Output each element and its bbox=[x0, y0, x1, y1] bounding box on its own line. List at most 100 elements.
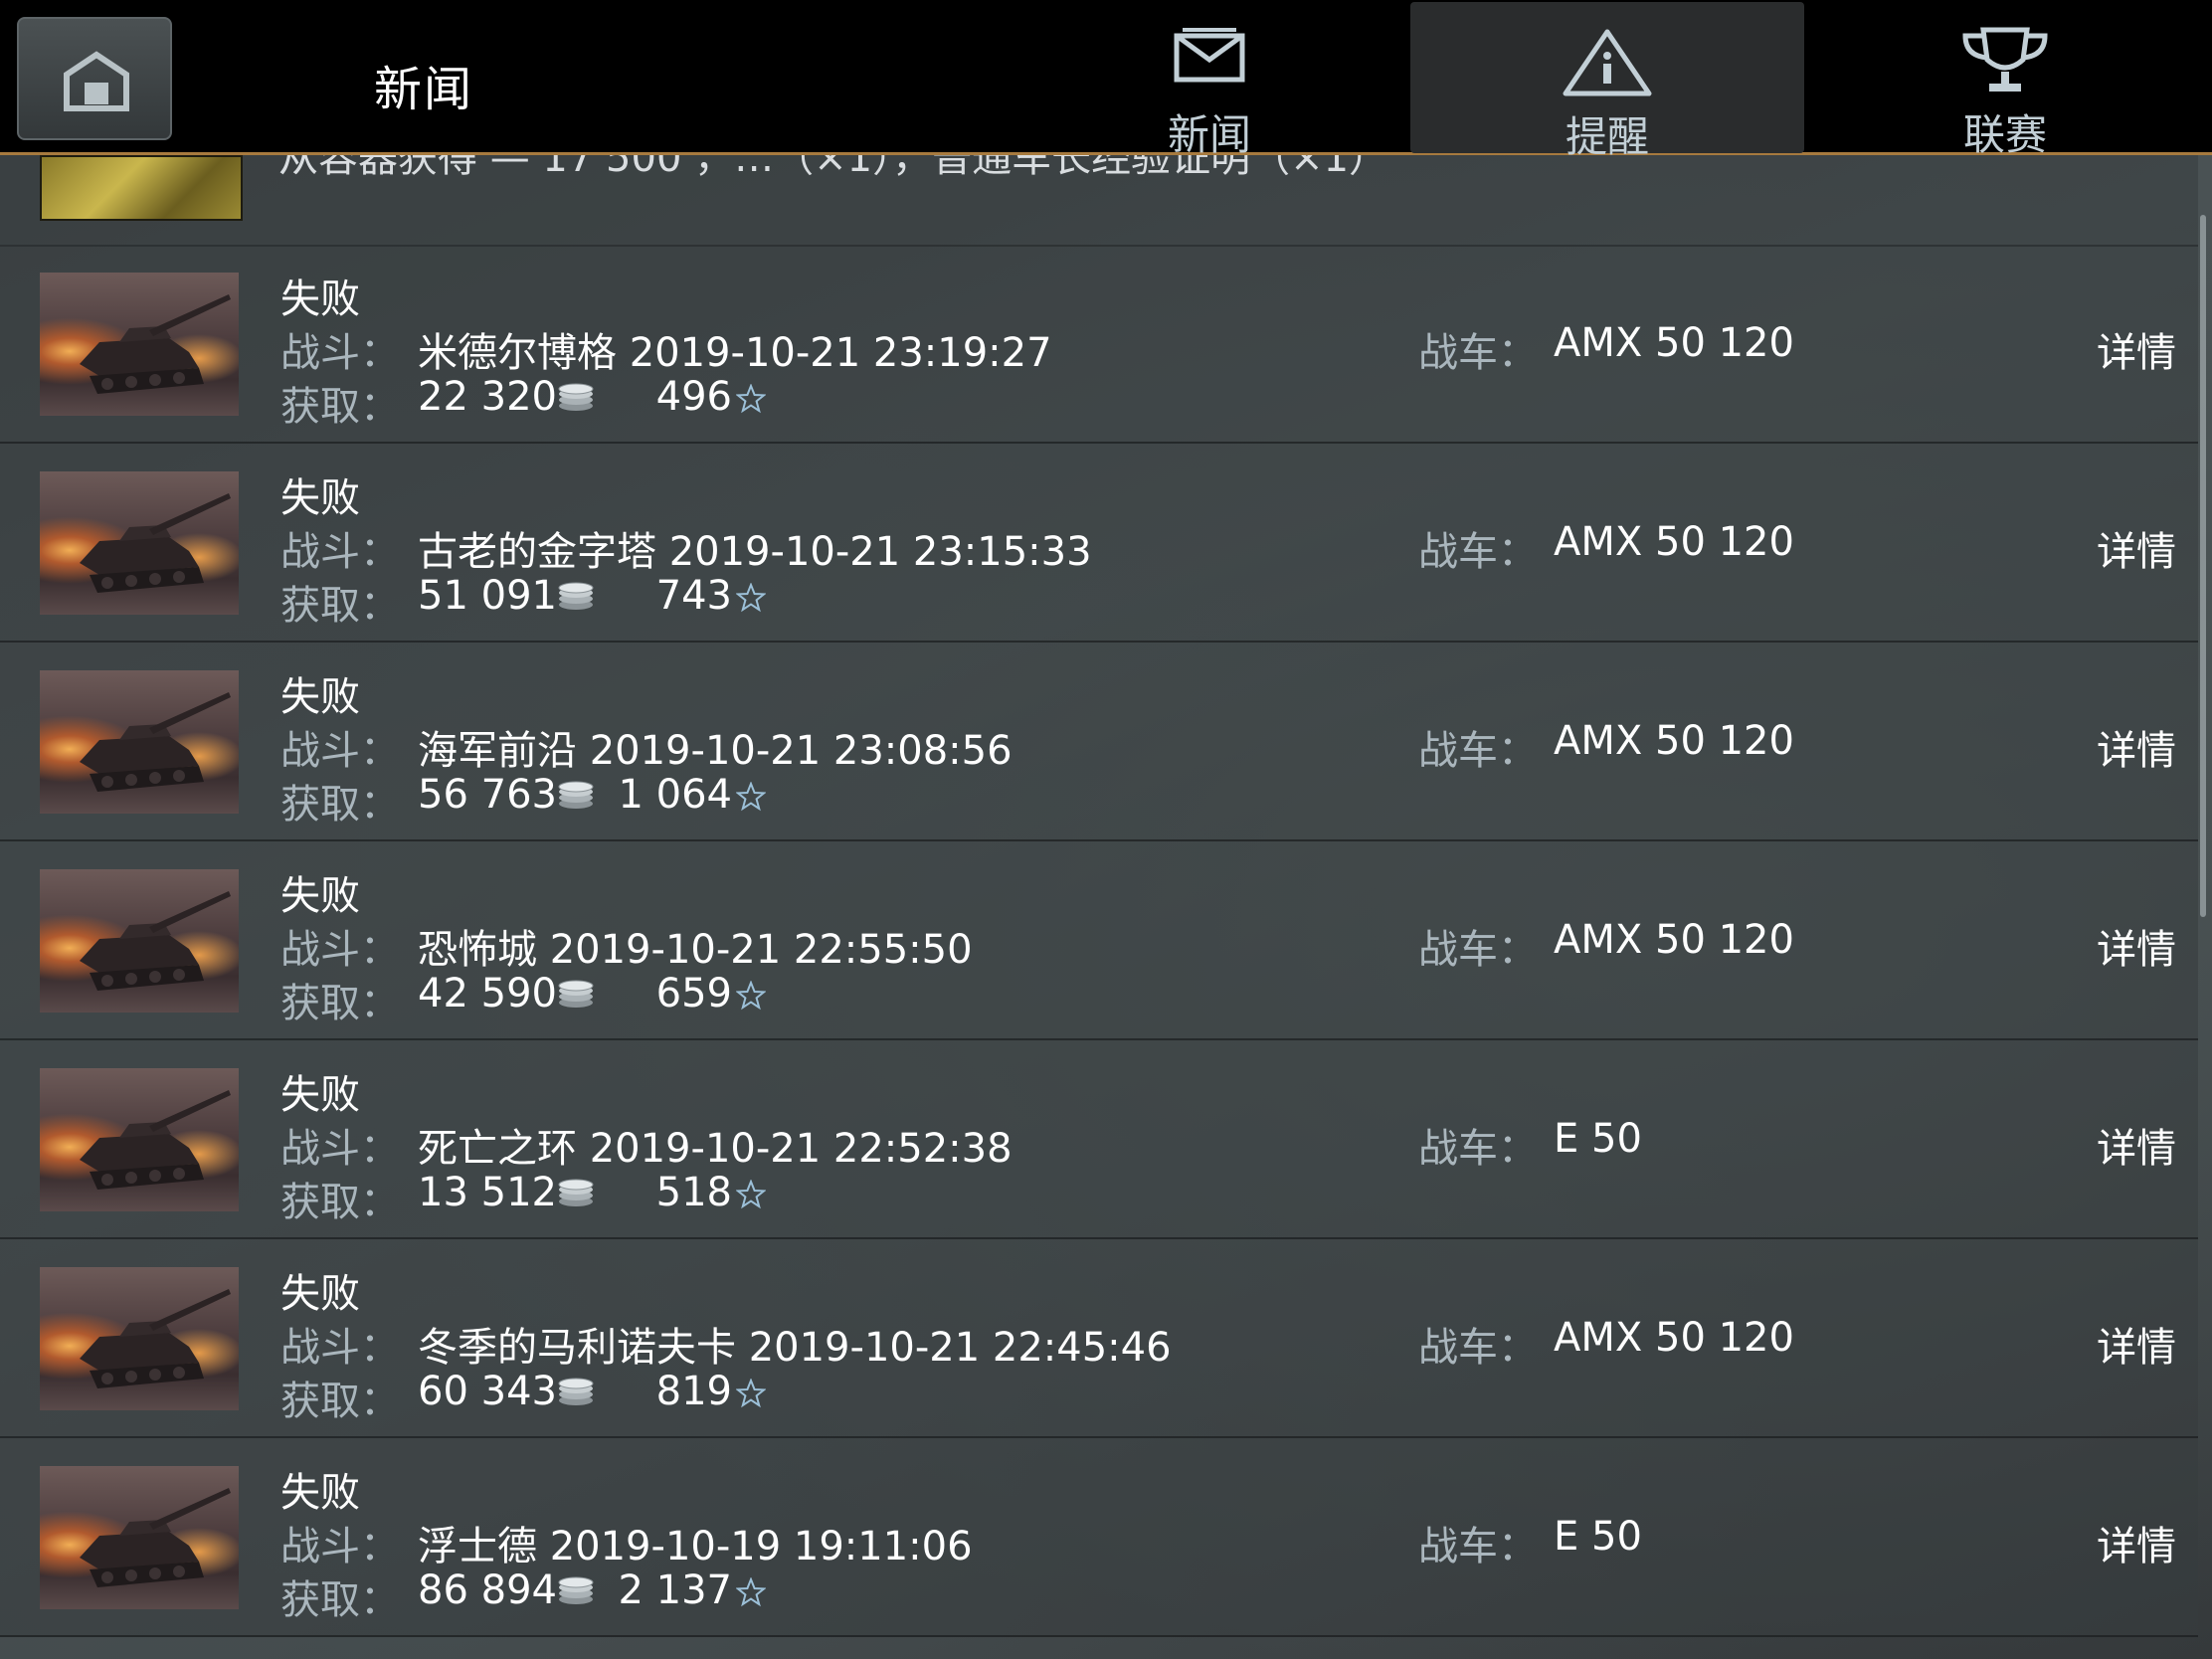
tank-icon bbox=[80, 891, 231, 991]
battle-thumbnail bbox=[40, 1068, 239, 1211]
tank-label: 战车： bbox=[1418, 1325, 1538, 1371]
tab-alerts[interactable]: 提醒 bbox=[1410, 2, 1804, 161]
xp-value: 659 bbox=[655, 971, 732, 1016]
battle-label: 战斗： bbox=[280, 728, 400, 774]
tank-icon bbox=[80, 294, 231, 394]
tank-name: E 50 bbox=[1554, 1514, 1642, 1560]
details-link[interactable]: 详情 bbox=[2097, 320, 2176, 378]
xp-value: 819 bbox=[655, 1369, 732, 1414]
tab-news-label: 新闻 bbox=[1167, 110, 1251, 159]
battle-map-time: 冬季的马利诺夫卡 2019-10-21 22:45:46 bbox=[418, 1325, 1172, 1371]
earned-label: 获取： bbox=[280, 583, 400, 629]
tab-league-label: 联赛 bbox=[1962, 110, 2047, 159]
details-link[interactable]: 详情 bbox=[2097, 718, 2176, 776]
battle-result-row[interactable]: 失败 战斗： 米德尔博格 2019-10-21 23:19:27 获取： 22 … bbox=[0, 245, 2198, 444]
battle-result-row[interactable]: 失败 战斗： 冬季的马利诺夫卡 2019-10-21 22:45:46 获取： … bbox=[0, 1239, 2198, 1438]
credits-value: 42 590 bbox=[418, 971, 557, 1016]
tank-icon bbox=[80, 493, 231, 593]
xp-star-icon bbox=[736, 981, 766, 1011]
details-link[interactable]: 详情 bbox=[2097, 519, 2176, 577]
battle-map-time: 米德尔博格 2019-10-21 23:19:27 bbox=[418, 330, 1052, 376]
container-thumbnail bbox=[40, 155, 243, 221]
xp-value: 2 137 bbox=[618, 1567, 732, 1613]
credits-value: 13 512 bbox=[418, 1170, 557, 1215]
battle-thumbnail bbox=[40, 1466, 239, 1609]
tank-label: 战车： bbox=[1418, 529, 1538, 575]
earned-label: 获取： bbox=[280, 782, 400, 828]
battle-result-status: 失败 bbox=[280, 475, 360, 521]
earned-label: 获取： bbox=[280, 1379, 400, 1424]
xp-value: 743 bbox=[655, 573, 732, 619]
details-link[interactable]: 详情 bbox=[2097, 1315, 2176, 1373]
battle-thumbnail bbox=[40, 1267, 239, 1410]
xp-star-icon bbox=[736, 1577, 766, 1607]
battle-label: 战斗： bbox=[280, 330, 400, 376]
xp-star-icon bbox=[736, 583, 766, 613]
earned-label: 获取： bbox=[280, 1180, 400, 1225]
battle-thumbnail bbox=[40, 471, 239, 615]
xp-star-icon bbox=[736, 782, 766, 812]
top-bar: 新闻 新闻 提醒 联赛 bbox=[0, 0, 2212, 161]
envelope-icon bbox=[1174, 28, 1245, 83]
details-link[interactable]: 详情 bbox=[2097, 917, 2176, 975]
xp-value: 518 bbox=[655, 1170, 732, 1215]
tank-label: 战车： bbox=[1418, 728, 1538, 774]
details-link[interactable]: 详情 bbox=[2097, 1514, 2176, 1571]
tank-label: 战车： bbox=[1418, 1524, 1538, 1569]
earned-label: 获取： bbox=[280, 384, 400, 430]
earned-label: 获取： bbox=[280, 1577, 400, 1623]
battle-result-row[interactable]: 失败 战斗： 古老的金字塔 2019-10-21 23:15:33 获取： 51… bbox=[0, 444, 2198, 643]
xp-value: 496 bbox=[655, 374, 732, 420]
credits-value: 56 763 bbox=[418, 772, 557, 818]
battle-thumbnail bbox=[40, 670, 239, 814]
tab-news[interactable]: 新闻 bbox=[1013, 0, 1406, 159]
battle-result-status: 失败 bbox=[280, 1072, 360, 1118]
scrollbar[interactable] bbox=[2200, 215, 2206, 917]
tab-alerts-label: 提醒 bbox=[1565, 112, 1649, 161]
battle-map-time: 浮士德 2019-10-19 19:11:06 bbox=[418, 1524, 973, 1569]
tank-label: 战车： bbox=[1418, 1126, 1538, 1172]
tank-name: AMX 50 120 bbox=[1554, 718, 1794, 764]
battle-label: 战斗： bbox=[280, 1325, 400, 1371]
xp-value: 1 064 bbox=[618, 772, 732, 818]
tank-name: AMX 50 120 bbox=[1554, 320, 1794, 366]
credits-value: 60 343 bbox=[418, 1369, 557, 1414]
tab-league[interactable]: 联赛 bbox=[1808, 0, 2202, 159]
battle-result-status: 失败 bbox=[280, 674, 360, 720]
tank-name: AMX 50 120 bbox=[1554, 519, 1794, 565]
battle-thumbnail bbox=[40, 869, 239, 1013]
battle-result-status: 失败 bbox=[280, 276, 360, 322]
tank-icon bbox=[80, 692, 231, 792]
list-item-partial[interactable]: 从容器获得 — 17 500 ，…（×1），普通车长经验证明（×1） bbox=[0, 155, 2198, 247]
battle-map-time: 古老的金字塔 2019-10-21 23:15:33 bbox=[418, 529, 1092, 575]
tank-icon bbox=[80, 1090, 231, 1190]
battle-result-row[interactable]: 失败 战斗： 死亡之环 2019-10-21 22:52:38 获取： 13 5… bbox=[0, 1040, 2198, 1239]
details-link[interactable]: 详情 bbox=[2097, 1116, 2176, 1174]
battle-result-row[interactable]: 失败 战斗： 恐怖城 2019-10-21 22:55:50 获取： 42 59… bbox=[0, 841, 2198, 1040]
tank-name: AMX 50 120 bbox=[1554, 1315, 1794, 1361]
trophy-icon bbox=[1962, 27, 2048, 92]
tank-icon bbox=[80, 1488, 231, 1587]
credits-value: 86 894 bbox=[418, 1567, 557, 1613]
warning-triangle-icon bbox=[1563, 29, 1652, 96]
tank-name: AMX 50 120 bbox=[1554, 917, 1794, 963]
battle-label: 战斗： bbox=[280, 1126, 400, 1172]
credits-value: 22 320 bbox=[418, 374, 557, 420]
tank-icon bbox=[80, 1289, 231, 1388]
battle-result-status: 失败 bbox=[280, 1271, 360, 1317]
battle-result-status: 失败 bbox=[280, 873, 360, 919]
battle-result-row[interactable]: 失败 战斗： 海军前沿 2019-10-21 23:08:56 获取： 56 7… bbox=[0, 643, 2198, 841]
battle-result-status: 失败 bbox=[280, 1470, 360, 1516]
battle-map-time: 死亡之环 2019-10-21 22:52:38 bbox=[418, 1126, 1013, 1172]
xp-star-icon bbox=[736, 1180, 766, 1209]
battle-label: 战斗： bbox=[280, 529, 400, 575]
battle-map-time: 海军前沿 2019-10-21 23:08:56 bbox=[418, 728, 1013, 774]
tank-label: 战车： bbox=[1418, 330, 1538, 376]
home-button[interactable] bbox=[17, 17, 172, 140]
tank-label: 战车： bbox=[1418, 927, 1538, 973]
battle-map-time: 恐怖城 2019-10-21 22:55:50 bbox=[418, 927, 973, 973]
battle-thumbnail bbox=[40, 273, 239, 416]
xp-star-icon bbox=[736, 1379, 766, 1408]
earned-label: 获取： bbox=[280, 981, 400, 1026]
battle-result-row[interactable]: 失败 战斗： 浮士德 2019-10-19 19:11:06 获取： 86 89… bbox=[0, 1438, 2198, 1637]
